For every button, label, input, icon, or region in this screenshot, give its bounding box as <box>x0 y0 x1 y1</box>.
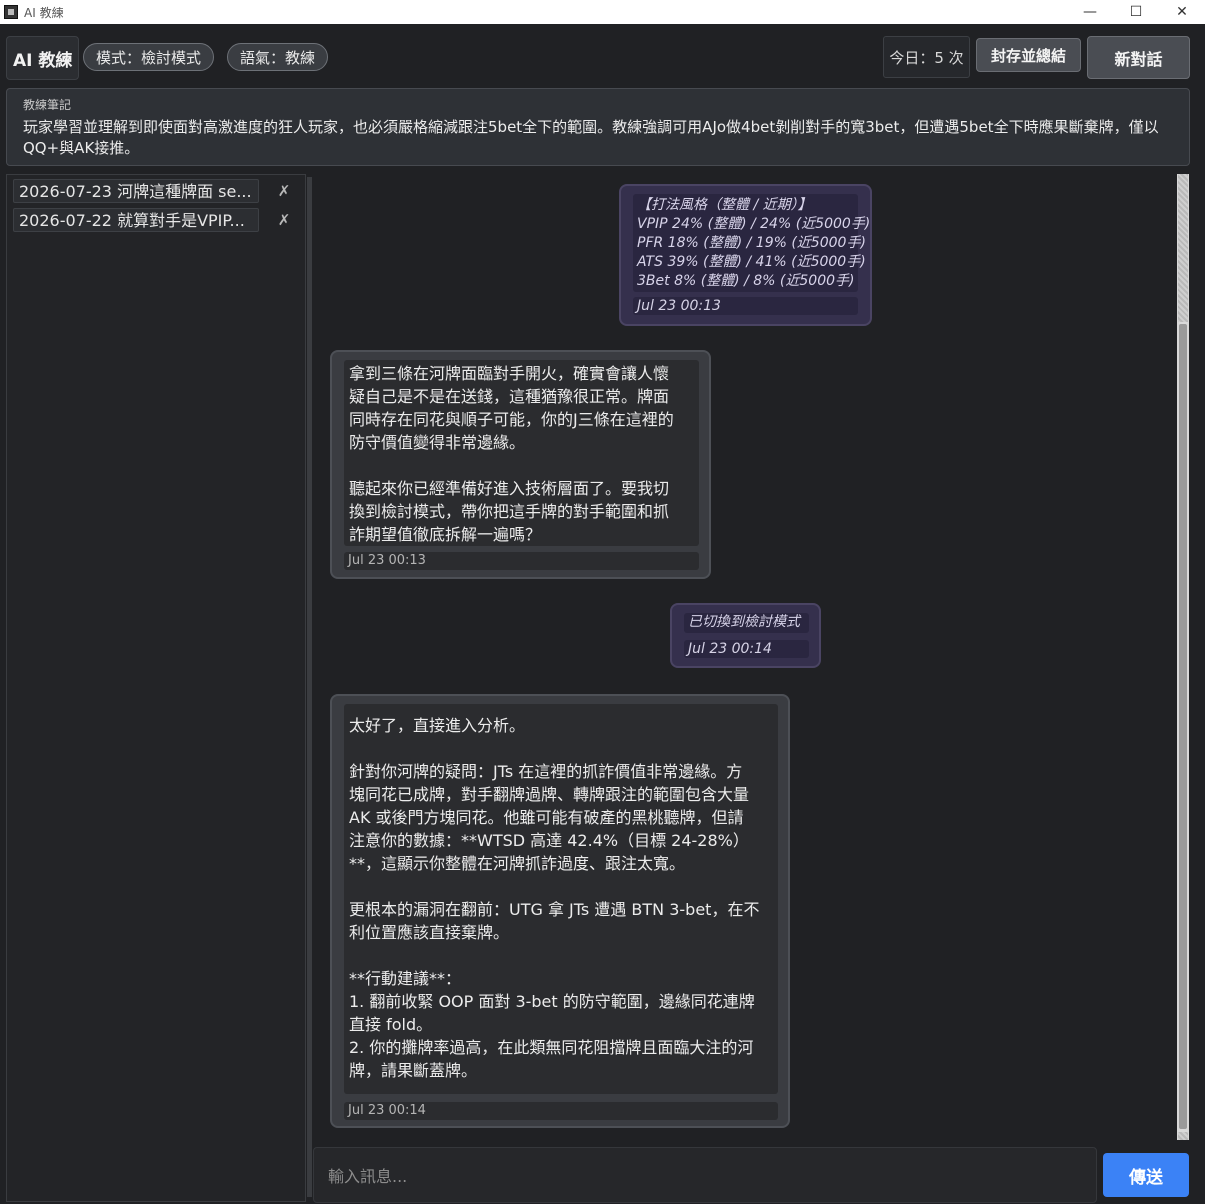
new-chat-button[interactable]: 新對話 <box>1087 36 1190 79</box>
message-line: AK 或後門方塊同花。他雖可能有破產的黑桃聽牌，但請 <box>349 808 744 827</box>
close-button[interactable]: ✕ <box>1159 0 1205 24</box>
message-body: 【打法風格（整體 / 近期）】 VPIP 24% (整體) / 24% (近50… <box>633 194 871 292</box>
message-line: 針對你河牌的疑問：JTs 在這裡的抓詐價值非常邊緣。方 <box>349 762 743 781</box>
message-line: 太好了，直接進入分析。 <box>349 716 526 735</box>
delete-icon[interactable]: ✗ <box>269 182 299 200</box>
message-timestamp: Jul 23 00:13 <box>633 297 858 315</box>
message-line: 3Bet 8% (整體) / 8% (近5000手) <box>637 273 855 289</box>
message-line: 注意你的數據：**WTSD 高達 42.4%（目標 24-28%） <box>349 831 749 850</box>
history-item-label[interactable]: 2026-07-23 河牌這種牌面 se... <box>13 179 259 203</box>
today-usage-count: 今日：5 次 <box>883 36 970 78</box>
chat-scrollbar[interactable] <box>1177 174 1189 1140</box>
message-input[interactable]: 輸入訊息... <box>313 1147 1097 1203</box>
message-line: 換到檢討模式，帶你把這手牌的對手範圍和抓 <box>349 502 670 521</box>
message-line: 直接 fold。 <box>349 1015 433 1034</box>
message-line: 防守價值變得非常邊緣。 <box>349 433 526 452</box>
coach-note-text: 玩家學習並理解到即使面對高激進度的狂人玩家，也必須嚴格縮減跟注5bet全下的範圍… <box>23 118 1159 157</box>
mode-pill[interactable]: 模式：檢討模式 <box>83 43 215 71</box>
window-controls: — ☐ ✕ <box>1067 0 1205 24</box>
app-window: AI 教練 — ☐ ✕ AI 教練 模式：檢討模式 語氣：教練 今日：5 次 封… <box>0 0 1205 1204</box>
chat-area: 【打法風格（整體 / 近期）】 VPIP 24% (整體) / 24% (近50… <box>313 174 1188 1140</box>
message-timestamp: Jul 23 00:14 <box>684 640 809 658</box>
user-message: 【打法風格（整體 / 近期）】 VPIP 24% (整體) / 24% (近50… <box>619 184 872 326</box>
message-timestamp: Jul 23 00:13 <box>344 552 699 570</box>
message-line: 利位置應該直接棄牌。 <box>349 923 510 942</box>
message-line: 已切換到檢討模式 <box>688 614 800 630</box>
message-line <box>349 875 773 898</box>
window-title: AI 教練 <box>24 5 64 20</box>
history-item[interactable]: 2026-07-23 河牌這種牌面 se... ✗ <box>13 179 305 203</box>
message-line: 塊同花已成牌，對手翻牌過牌、轉牌跟注的範圍包含大量 <box>349 785 750 804</box>
coach-note-label: 教練筆記 <box>23 98 72 112</box>
history-item-label[interactable]: 2026-07-22 就算對手是VPIP... <box>13 208 259 232</box>
message-line: PFR 18% (整體) / 19% (近5000手) <box>637 235 866 251</box>
delete-icon[interactable]: ✗ <box>269 211 299 229</box>
message-line: 牌，請果斷蓋牌。 <box>349 1061 478 1080</box>
message-line: **行動建議**： <box>349 969 462 988</box>
message-line <box>349 944 773 967</box>
send-button[interactable]: 傳送 <box>1103 1153 1189 1197</box>
sidebar-scrollbar[interactable] <box>307 177 312 1197</box>
message-line: 2. 你的攤牌率過高，在此類無同花阻擋牌且面臨大注的河 <box>349 1038 754 1057</box>
message-line: 同時存在同花與順子可能，你的J三條在這裡的 <box>349 410 674 429</box>
message-line: VPIP 24% (整體) / 24% (近5000手) <box>637 216 871 232</box>
scrollbar-thumb[interactable] <box>1179 324 1187 1129</box>
history-sidebar: 2026-07-23 河牌這種牌面 se... ✗ 2026-07-22 就算對… <box>6 174 312 1202</box>
ai-message: 拿到三條在河牌面臨對手開火，確實會讓人懷 疑自己是不是在送錢，這種猶豫很正常。牌… <box>330 350 711 579</box>
message-line: 聽起來你已經準備好進入技術層面了。要我切 <box>349 479 670 498</box>
message-body: 拿到三條在河牌面臨對手開火，確實會讓人懷 疑自己是不是在送錢，這種猶豫很正常。牌… <box>344 360 699 546</box>
minimize-button[interactable]: — <box>1067 0 1113 24</box>
archive-summarize-button[interactable]: 封存並總結 <box>976 38 1081 72</box>
tone-pill[interactable]: 語氣：教練 <box>227 43 329 71</box>
message-line: 疑自己是不是在送錢，這種猶豫很正常。牌面 <box>349 387 670 406</box>
message-line: 【打法風格（整體 / 近期）】 <box>637 197 812 213</box>
message-line: **，這顯示你整體在河牌抓詐過度、跟注太寬。 <box>349 854 686 873</box>
message-line: 詐期望值徹底拆解一遍嗎？ <box>349 525 542 544</box>
title-bar: AI 教練 — ☐ ✕ <box>0 0 1205 24</box>
app-title: AI 教練 <box>6 36 80 80</box>
history-item[interactable]: 2026-07-22 就算對手是VPIP... ✗ <box>13 208 305 232</box>
scrollbar-track-bottom[interactable] <box>1178 1132 1188 1140</box>
message-line: 1. 翻前收緊 OOP 面對 3-bet 的防守範圍，邊緣同花連牌 <box>349 992 755 1011</box>
message-line <box>349 454 694 477</box>
app-icon <box>4 5 18 19</box>
user-message: 已切換到檢討模式 Jul 23 00:14 <box>670 603 821 668</box>
message-line <box>349 737 773 760</box>
message-body: 太好了，直接進入分析。 針對你河牌的疑問：JTs 在這裡的抓詐價值非常邊緣。方 … <box>344 704 778 1094</box>
message-line: ATS 39% (整體) / 41% (近5000手) <box>637 254 866 270</box>
scrollbar-track-top[interactable] <box>1178 174 1188 322</box>
message-body: 已切換到檢討模式 <box>684 613 809 633</box>
message-line: 拿到三條在河牌面臨對手開火，確實會讓人懷 <box>349 364 670 383</box>
ai-message: 太好了，直接進入分析。 針對你河牌的疑問：JTs 在這裡的抓詐價值非常邊緣。方 … <box>330 694 790 1128</box>
message-timestamp: Jul 23 00:14 <box>344 1102 778 1120</box>
message-line: 更根本的漏洞在翻前：UTG 拿 JTs 遭遇 BTN 3-bet，在不 <box>349 900 760 919</box>
coach-note-panel: 教練筆記 玩家學習並理解到即使面對高激進度的狂人玩家，也必須嚴格縮減跟注5bet… <box>6 88 1190 166</box>
maximize-button[interactable]: ☐ <box>1113 0 1159 24</box>
header-bar: AI 教練 模式：檢討模式 語氣：教練 今日：5 次 封存並總結 新對話 <box>0 24 1205 86</box>
